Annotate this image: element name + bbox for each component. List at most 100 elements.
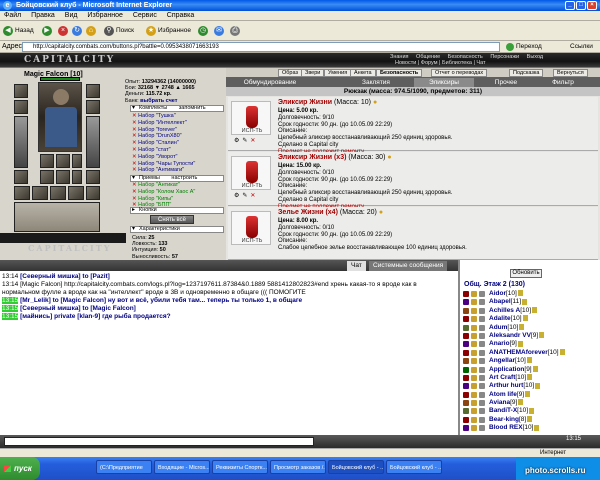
private-icon[interactable] (479, 416, 485, 423)
wear-item[interactable]: ✕ Набор "Колом Хаос А" (132, 189, 195, 196)
user-info-icon[interactable] (526, 357, 532, 364)
refresh-users-button[interactable]: Обновить (510, 269, 542, 278)
user-row[interactable]: Blood REX[10] (462, 424, 600, 432)
item-name[interactable]: Эликсир Жизни (Масса: 10) ● (278, 99, 377, 106)
set-item[interactable]: ✕ Набор "forever" (132, 127, 195, 134)
wear-section-header[interactable]: ▾ Приемы настроить (130, 175, 224, 182)
user-name[interactable]: Aleksandr VV (489, 332, 531, 339)
tab-elixirs[interactable]: Эликсиры (414, 78, 474, 87)
user-row[interactable]: Aviana[9] (462, 399, 600, 407)
private-icon[interactable] (479, 349, 485, 356)
task-button[interactable]: (C:\Предприятие (96, 460, 152, 474)
task-button[interactable]: Входящие - Micros... (154, 460, 210, 474)
boots-slot[interactable] (86, 170, 100, 184)
links-button[interactable]: Ссылки (570, 41, 593, 53)
go-button[interactable]: Переход (506, 42, 542, 52)
refresh-button[interactable]: ↻ (72, 24, 84, 38)
user-name[interactable]: Blood REX (489, 424, 523, 431)
user-name[interactable]: Aidor (489, 290, 506, 297)
nav-exit[interactable]: Выход (527, 54, 543, 60)
user-row[interactable]: Aidor[10] (462, 290, 600, 298)
user-info-icon[interactable] (532, 365, 538, 372)
private-icon[interactable] (479, 400, 485, 407)
user-name[interactable]: Application (489, 366, 524, 373)
private-icon[interactable] (479, 366, 485, 373)
user-info-icon[interactable] (517, 340, 523, 347)
user-name[interactable]: Bear-king (489, 416, 519, 423)
user-row[interactable]: ANATHEMAforever[10] (462, 349, 600, 357)
set-item[interactable]: ✕ Набор "Тушка" (132, 113, 195, 120)
user-info-icon[interactable] (522, 298, 528, 305)
private-icon[interactable] (479, 374, 485, 381)
pants-slot[interactable] (72, 154, 82, 168)
user-info-icon[interactable] (527, 416, 533, 423)
home-button[interactable]: ⌂ (86, 24, 98, 38)
user-info-icon[interactable] (518, 399, 524, 406)
set-item[interactable]: ✕ Набор "Сталин" (132, 140, 195, 147)
user-row[interactable]: Atom life[9] (462, 391, 600, 399)
tab-spells[interactable]: Заклятия (346, 78, 406, 87)
maximize-button[interactable]: □ (576, 1, 586, 10)
close-window-button[interactable]: × (587, 1, 597, 10)
nav2-forum[interactable]: Форум (421, 60, 438, 66)
helmet-slot[interactable] (14, 84, 28, 98)
private-icon[interactable] (479, 391, 485, 398)
user-info-icon[interactable] (535, 382, 541, 389)
user-info-icon[interactable] (532, 307, 538, 314)
ring-slot[interactable] (86, 100, 100, 114)
user-row[interactable]: Adum[10] (462, 324, 600, 332)
scroll-slot-5[interactable] (86, 186, 100, 200)
menu-tools[interactable]: Сервис (129, 12, 161, 19)
wear-item[interactable]: ✕ Набор "Антикат" (132, 182, 195, 189)
character-portrait[interactable] (38, 82, 82, 152)
tab-hint[interactable]: Подсказка (509, 69, 544, 77)
spell-slot-2[interactable] (56, 170, 70, 184)
tab-system-messages[interactable]: Системные сообщения (369, 261, 448, 271)
set-item[interactable]: ✕ Набор "стат" (132, 147, 195, 154)
tab-filter[interactable]: Фильтр (538, 78, 588, 87)
set-item[interactable]: ✕ Набор "DrunX80" (132, 133, 195, 140)
user-row[interactable]: Anario[9] (462, 340, 600, 348)
forward-button[interactable]: ▶ (42, 24, 54, 38)
tab-return[interactable]: Вернуться (553, 69, 588, 77)
back-button[interactable]: ◀ Назад (3, 24, 34, 38)
user-info-icon[interactable] (527, 374, 533, 381)
minimize-button[interactable]: _ (565, 1, 575, 10)
user-row[interactable]: Adalite[10] (462, 315, 600, 323)
scroll-slot-4[interactable] (68, 186, 84, 200)
set-item[interactable]: ✕ Набор "Антимаги" (132, 167, 195, 174)
user-info-icon[interactable] (559, 349, 565, 356)
tab-equipment[interactable]: Обмундирование (226, 78, 314, 87)
user-row[interactable]: Art Craft[10] (462, 374, 600, 382)
delete-icon[interactable]: ✕ (250, 193, 255, 199)
amulet-slot[interactable] (14, 100, 28, 114)
set-item[interactable]: ✕ Набор "Уворот" (132, 154, 195, 161)
remove-all-button[interactable]: Снять всё (150, 215, 194, 224)
stop-button[interactable]: × (58, 24, 70, 38)
tab-security[interactable]: Безопасность (376, 69, 423, 77)
private-icon[interactable] (479, 425, 485, 432)
user-name[interactable]: BandiT-X (489, 407, 517, 414)
private-icon[interactable] (479, 307, 485, 314)
private-icon[interactable] (479, 299, 485, 306)
user-name[interactable]: Atom life (489, 391, 517, 398)
task-button[interactable]: Бойцовский клуб - ... (386, 460, 442, 474)
menu-favorites[interactable]: Избранное (83, 12, 126, 19)
inventory-belt-slots[interactable] (14, 202, 100, 232)
nav2-news[interactable]: Новости (395, 60, 416, 66)
user-name[interactable]: Achilles A (489, 307, 520, 314)
spell-slot-1[interactable] (40, 170, 54, 184)
user-row[interactable]: Achilles A[10] (462, 307, 600, 315)
menu-view[interactable]: Вид (61, 12, 82, 19)
user-info-icon[interactable] (539, 332, 545, 339)
history-button[interactable]: ◷ (198, 24, 210, 38)
user-name[interactable]: Angellar (489, 357, 515, 364)
user-name[interactable]: Abapel (489, 298, 511, 305)
info-icon[interactable]: ⚙ (234, 138, 239, 144)
use-item-link[interactable]: ИСП-ТЬ (232, 183, 272, 189)
private-icon[interactable] (479, 341, 485, 348)
shield-slot[interactable] (86, 116, 100, 168)
weapon-slot[interactable] (14, 116, 28, 168)
attributes-section-header[interactable]: ▾ Характеристики (130, 226, 224, 233)
scroll-slot-3[interactable] (50, 186, 66, 200)
